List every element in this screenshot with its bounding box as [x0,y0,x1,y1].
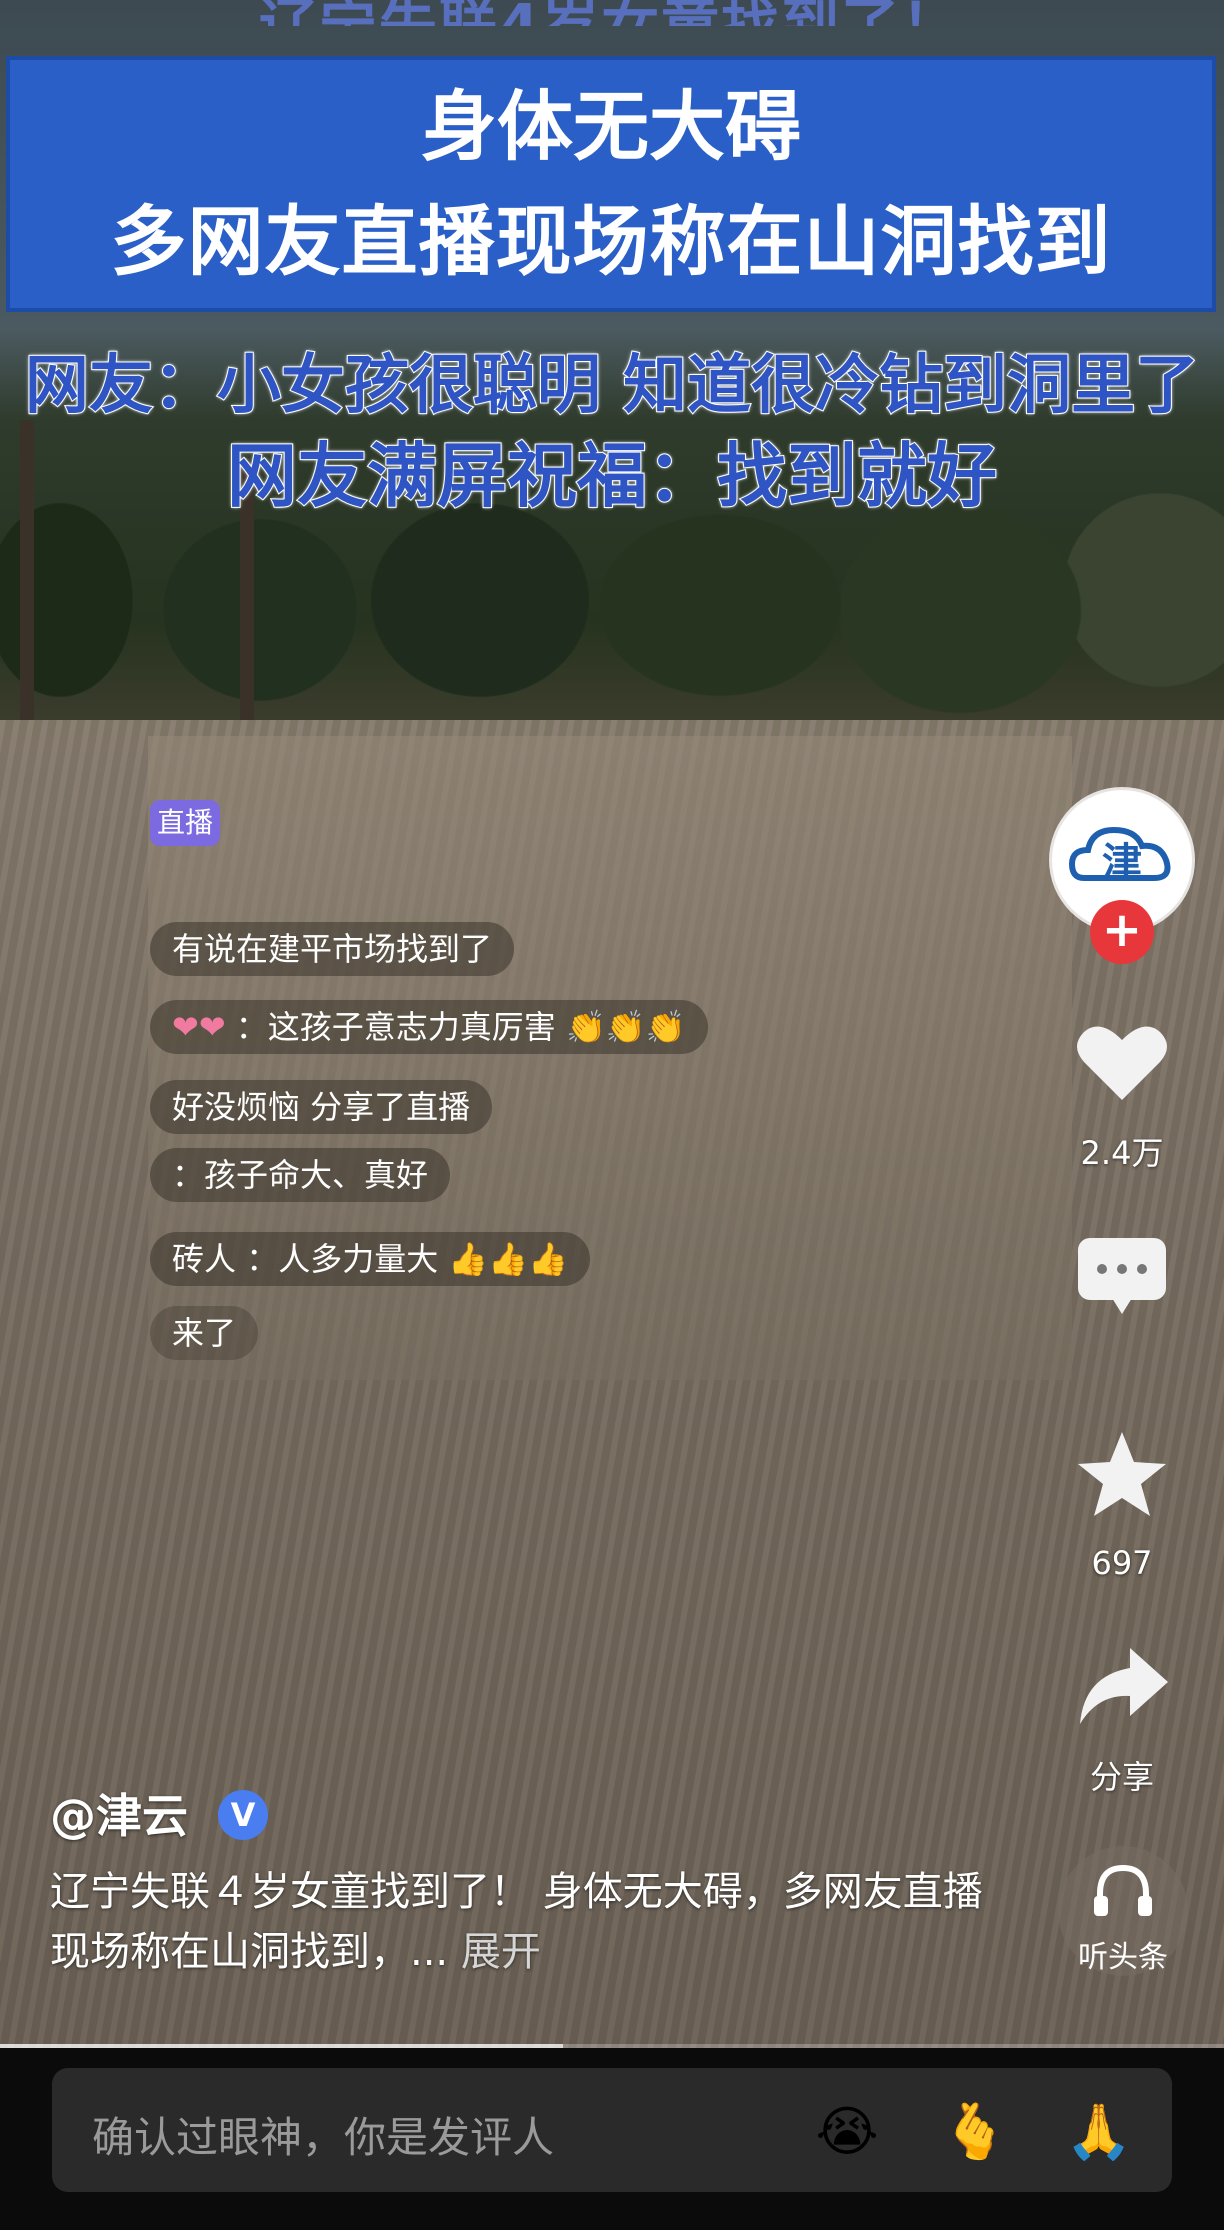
headline-line-1: 身体无大碍 [421,82,801,171]
favorite-star-icon[interactable] [1072,1428,1172,1518]
svg-text:津: 津 [1102,840,1142,886]
live-comment: 砖人 ：人多力量大 👍👍👍 [150,1232,590,1286]
follow-plus-button[interactable]: + [1090,900,1154,964]
quick-emoji-finger-heart[interactable]: 🫰 [940,2100,1010,2164]
live-comment-user: 砖人 [172,1240,237,1278]
live-comment-text: ：这孩子意志力真厉害 [235,1008,556,1046]
live-comment-text: 来了 [172,1314,237,1352]
live-comment-text: ：孩子命大、真好 [172,1156,429,1194]
expand-link[interactable]: 展开 [461,1929,541,1975]
live-comment-text: 好没烦恼 分享了直播 [172,1088,471,1126]
video-top-title: 辽宁失联4岁女童找到了！ [60,0,1160,26]
subtitle-line-2: 网友满屏祝福：找到就好 [226,434,998,518]
verified-badge-icon: V [218,1790,268,1840]
live-comment: ：孩子命大、真好 [150,1148,451,1202]
headline-banner: 身体无大碍 多网友直播现场称在山洞找到 [6,56,1216,312]
live-comment-text: 有说在建平市场找到了 [172,930,493,968]
quick-emoji-pray[interactable]: 🙏 [1064,2100,1134,2164]
favorite-count: 697 [1091,1544,1153,1582]
listen-label: 听头条 [1078,1940,1168,1975]
live-comment-text: ：人多力量大 [246,1240,439,1278]
quick-emoji-crying[interactable]: 😭 [812,2100,882,2164]
listen-button[interactable]: 听头条 [1058,1846,1188,1976]
comment-bubble-icon[interactable] [1072,1232,1172,1322]
share-label: 分享 [1089,1758,1154,1796]
headline-line-2: 多网友直播现场称在山洞找到 [110,197,1112,286]
like-count: 2.4万 [1080,1134,1164,1172]
like-heart-icon[interactable] [1072,1016,1172,1106]
live-comment-user: ❤❤ [172,1008,226,1046]
comment-placeholder: 确认过眼神，你是发评人 [92,2113,555,2162]
video-player[interactable]: 辽宁失联4岁女童找到了！ 身体无大碍 多网友直播现场称在山洞找到 网友：小女孩很… [0,0,1224,2050]
author-name[interactable]: @津云 [50,1780,188,1846]
live-tag: 直播 [150,800,220,846]
clap-emoji: 👏👏👏 [565,1008,686,1046]
live-comment: 来了 [150,1306,259,1360]
live-comment: 有说在建平市场找到了 [150,922,515,976]
video-description[interactable]: 辽宁失联４岁女童找到了！ 身体无大碍，多网友直播现场称在山洞找到，... 展开 [50,1862,990,1982]
headphones-icon [1094,1864,1152,1916]
thumbs-up-emoji: 👍👍👍 [448,1240,568,1278]
live-comment: ❤❤ ：这孩子意志力真厉害 👏👏👏 [150,1000,708,1054]
share-arrow-icon[interactable] [1072,1640,1172,1730]
subtitle-line-1: 网友：小女孩很聪明 知道很冷钻到洞里了 [24,348,1200,424]
live-comment: 好没烦恼 分享了直播 [150,1080,493,1134]
